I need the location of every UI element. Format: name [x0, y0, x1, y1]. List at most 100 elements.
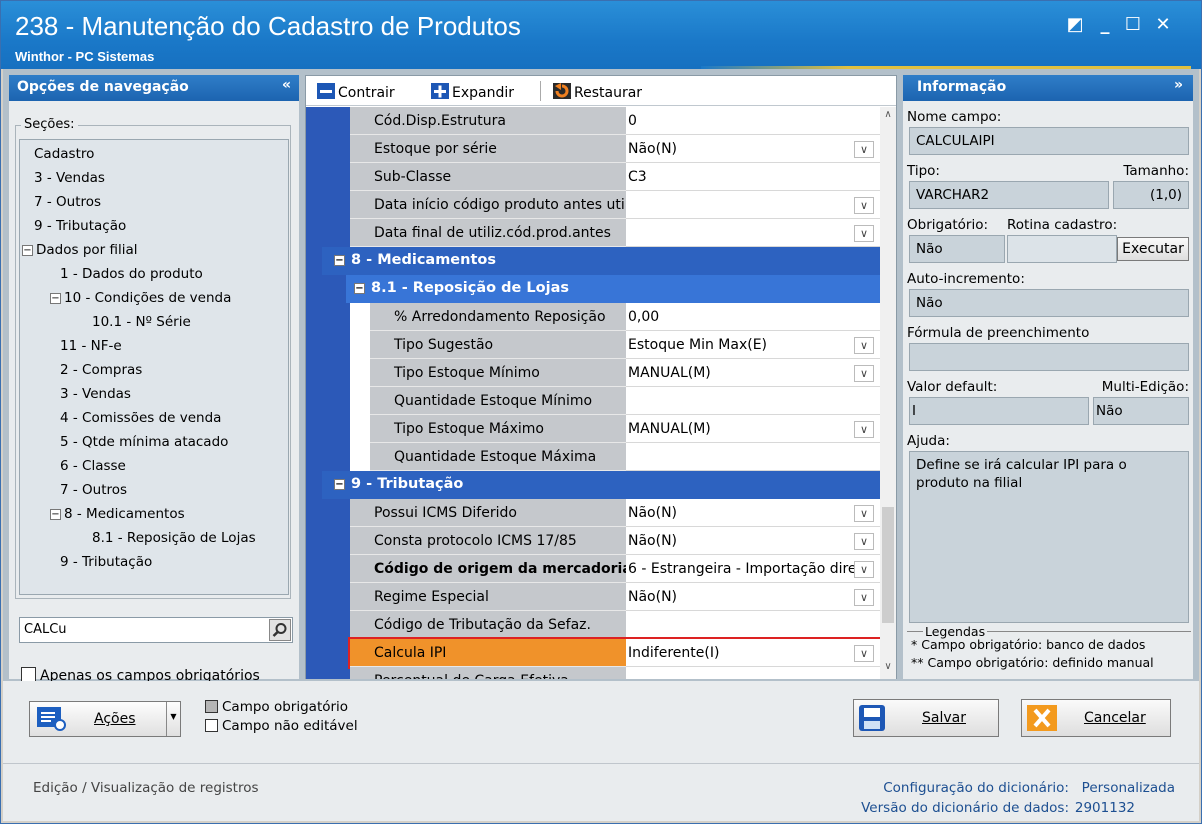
dropdown-icon[interactable]: ∨	[854, 197, 874, 214]
tree-item[interactable]: 4 - Comissões de venda	[60, 410, 221, 426]
grid-row[interactable]: Percentual de Carga Efetiva	[350, 667, 880, 679]
dropdown-icon[interactable]: ∨	[854, 141, 874, 158]
minimize-button[interactable]: _	[1093, 13, 1117, 37]
grid-row-value[interactable]: C3	[626, 163, 880, 191]
grid-row[interactable]: Código de origem da mercadoria 6 - Estran…	[350, 555, 880, 583]
grid-row[interactable]: Data final de utiliz.cód.prod.antes ∨	[350, 219, 880, 247]
grid-row[interactable]: Tipo Estoque Mínimo MANUAL(M) ∨	[370, 359, 880, 387]
tree-item[interactable]: 8.1 - Reposição de Lojas	[92, 530, 256, 546]
grid-row[interactable]: Possui ICMS Diferido Não(N) ∨	[350, 499, 880, 527]
dropdown-icon[interactable]: ∨	[854, 533, 874, 550]
grid-row[interactable]: Tipo Estoque Máximo MANUAL(M) ∨	[370, 415, 880, 443]
grid-row-value[interactable]	[626, 387, 880, 415]
expand-panel-icon[interactable]: »	[1174, 77, 1183, 93]
grid-row[interactable]: Quantidade Estoque Mínimo	[370, 387, 880, 415]
actions-button[interactable]: Ações ▼	[29, 701, 181, 737]
dropdown-icon[interactable]: ∨	[854, 337, 874, 354]
grid-row-value[interactable]	[626, 667, 880, 679]
tree-item[interactable]: 11 - NF-e	[60, 338, 122, 354]
grid-row-value[interactable]: Estoque Min Max(E) ∨	[626, 331, 880, 359]
tree-item[interactable]: 7 - Outros	[34, 194, 101, 210]
category-collapse-icon[interactable]: −	[334, 255, 345, 266]
grid-row[interactable]: Regime Especial Não(N) ∨	[350, 583, 880, 611]
grid-row-value[interactable]: Não(N) ∨	[626, 135, 880, 163]
tree-item[interactable]: 6 - Classe	[60, 458, 126, 474]
grid-row-value[interactable]: MANUAL(M) ∨	[626, 415, 880, 443]
tree-item[interactable]: 2 - Compras	[60, 362, 142, 378]
tree-item[interactable]: 1 - Dados do produto	[60, 266, 203, 282]
grid-row[interactable]: Tipo Sugestão Estoque Min Max(E) ∨	[370, 331, 880, 359]
tree-item[interactable]: 9 - Tributação	[60, 554, 152, 570]
collapse-button[interactable]: Contrair	[316, 82, 395, 101]
grid-row[interactable]: Código de Tributação da Sefaz.	[350, 611, 880, 639]
grid-row[interactable]: Estoque por série Não(N) ∨	[350, 135, 880, 163]
dropdown-icon[interactable]: ∨	[854, 365, 874, 382]
category-collapse-icon[interactable]: −	[334, 479, 345, 490]
tree-item[interactable]: −8 - Medicamentos	[50, 506, 185, 522]
collapse-panel-icon[interactable]: «	[282, 77, 291, 93]
dropdown-icon[interactable]: ∨	[854, 589, 874, 606]
grid-row-value[interactable]: Indiferente(I) ∨	[626, 639, 880, 667]
grid-row-label: Possui ICMS Diferido	[350, 499, 626, 527]
only-required-checkbox-box[interactable]	[21, 667, 36, 682]
scroll-up-icon[interactable]: ∧	[880, 109, 896, 125]
scroll-down-icon[interactable]: ∨	[880, 661, 896, 677]
grid-row[interactable]: % Arredondamento Reposição 0,00	[370, 303, 880, 331]
tree-item[interactable]: Cadastro	[34, 146, 94, 162]
expand-button[interactable]: Expandir	[430, 82, 514, 101]
cancel-button[interactable]: Cancelar	[1021, 699, 1171, 737]
scroll-thumb[interactable]	[882, 507, 894, 623]
sections-tree[interactable]: Cadastro 3 - Vendas 7 - Outros 9 - Tributaç…	[19, 139, 289, 595]
restore-layout-icon[interactable]: ◩	[1063, 13, 1087, 37]
tree-collapse-icon[interactable]: −	[50, 509, 61, 520]
search-input[interactable]: CALCu	[24, 622, 67, 637]
search-button[interactable]	[269, 619, 291, 641]
grid-row-value[interactable]	[626, 443, 880, 471]
grid-row-value[interactable]: Não(N) ∨	[626, 583, 880, 611]
category-reposicao-lojas[interactable]: −8.1 - Reposição de Lojas	[346, 275, 880, 303]
dropdown-icon[interactable]: ∨	[854, 225, 874, 242]
dropdown-icon[interactable]: ∨	[854, 645, 874, 662]
grid-row[interactable]: Calcula IPI Indiferente(I) ∨	[348, 637, 880, 669]
tree-item[interactable]: 3 - Vendas	[34, 170, 105, 186]
grid-row[interactable]: Data início código produto antes utiliz ∨	[350, 191, 880, 219]
tree-item-label: 9 - Tributação	[60, 554, 153, 570]
tree-item[interactable]: 3 - Vendas	[60, 386, 131, 402]
save-button[interactable]: Salvar	[853, 699, 999, 737]
tree-item[interactable]: −10 - Condições de venda	[50, 290, 231, 306]
category-collapse-icon[interactable]: −	[354, 283, 365, 294]
restore-button[interactable]: Restaurar	[552, 82, 642, 101]
tree-collapse-icon[interactable]: −	[50, 293, 61, 304]
grid-row-value[interactable]: ∨	[626, 191, 880, 219]
grid-row[interactable]: Sub-Classe C3	[350, 163, 880, 191]
grid-row-value[interactable]: 6 - Estrangeira - Importação direta ∨	[626, 555, 880, 583]
grid-row-value[interactable]: Não(N) ∨	[626, 527, 880, 555]
grid-row[interactable]: Consta protocolo ICMS 17/85 Não(N) ∨	[350, 527, 880, 555]
tree-item[interactable]: − Dados por filial	[22, 242, 138, 258]
dropdown-icon[interactable]: ∨	[854, 561, 874, 578]
category-tributacao[interactable]: −9 - Tributação	[322, 471, 880, 499]
grid-row-value[interactable]: MANUAL(M) ∨	[626, 359, 880, 387]
grid-row-value[interactable]: ∨	[626, 219, 880, 247]
tree-item[interactable]: 10.1 - Nº Série	[92, 314, 191, 330]
grid-row-value[interactable]: 0,00	[626, 303, 880, 331]
grid-row-value[interactable]: Não(N) ∨	[626, 499, 880, 527]
maximize-button[interactable]: ☐	[1121, 13, 1145, 37]
dropdown-icon[interactable]: ∨	[854, 505, 874, 522]
grid-row-value[interactable]: 0	[626, 107, 880, 135]
tree-collapse-icon[interactable]: −	[22, 245, 33, 256]
grid-scrollbar[interactable]: ∧ ∨	[880, 107, 896, 679]
dropdown-icon[interactable]: ∨	[854, 421, 874, 438]
grid-row[interactable]: Cód.Disp.Estrutura 0	[350, 107, 880, 135]
category-medicamentos[interactable]: −8 - Medicamentos	[322, 247, 880, 275]
tree-item[interactable]: 5 - Qtde mínima atacado	[60, 434, 228, 450]
close-button[interactable]: ✕	[1151, 13, 1175, 37]
search-field[interactable]: CALCu	[19, 617, 293, 643]
tree-item[interactable]: 9 - Tributação	[34, 218, 126, 234]
grid-row-value[interactable]	[626, 611, 880, 639]
actions-dropdown-icon[interactable]: ▼	[166, 702, 180, 736]
execute-button[interactable]: Executar	[1117, 237, 1189, 261]
grid-row[interactable]: Quantidade Estoque Máxima	[370, 443, 880, 471]
dictionary-version-label: Versão do dicionário de dados:	[861, 800, 1069, 816]
tree-item[interactable]: 7 - Outros	[60, 482, 127, 498]
